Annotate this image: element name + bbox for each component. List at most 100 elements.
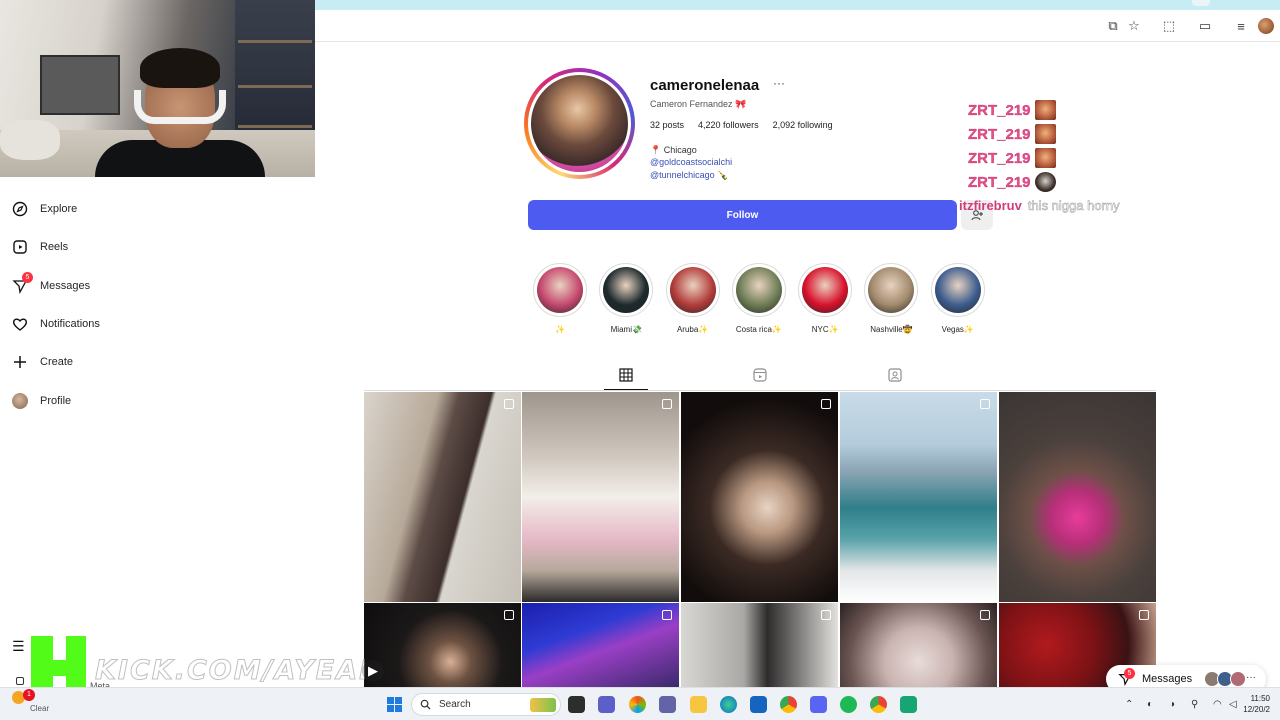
post-thumbnail[interactable]	[681, 603, 838, 687]
tray-overflow-icon[interactable]: ⌃	[1125, 699, 1136, 710]
highlight-item[interactable]: NYC✨	[798, 263, 853, 334]
clock-time: 11:50	[1250, 694, 1270, 703]
reels-tab-icon[interactable]	[752, 367, 768, 383]
spotify-icon[interactable]	[840, 696, 857, 713]
tabs-divider	[364, 390, 1156, 391]
notification-badge: 1	[23, 689, 35, 701]
chrome-profile-icon[interactable]	[870, 696, 887, 713]
chat-username: itzfirebruv	[959, 198, 1022, 213]
profile-avatar-story-ring[interactable]	[524, 68, 635, 179]
teams-icon[interactable]	[598, 696, 615, 713]
highlight-cover	[537, 267, 583, 313]
tray-app-icon[interactable]: ◐	[1147, 699, 1158, 710]
post-thumbnail[interactable]	[364, 603, 521, 687]
sidebar-item-messages[interactable]: 5 Messages	[0, 267, 200, 305]
post-thumbnail[interactable]	[364, 392, 521, 602]
tagged-tab-icon[interactable]	[887, 367, 903, 383]
file-explorer-icon[interactable]	[690, 696, 707, 713]
sidebar-item-reels[interactable]: Reels	[0, 228, 200, 266]
windows-start-icon[interactable]	[387, 697, 402, 712]
highlight-cover	[934, 267, 981, 313]
story-highlights: ✨ Miami💸 Aruba✨ Costa rica✨ NYC✨ Nashvil…	[533, 263, 985, 334]
carousel-icon	[980, 399, 990, 409]
more-menu-icon[interactable]: ☰	[12, 638, 25, 655]
install-app-icon[interactable]: ⧉	[1104, 17, 1122, 35]
highlight-ring	[864, 263, 919, 317]
posts-count: 32 posts	[650, 120, 685, 130]
bio-link-tunnel[interactable]: @tunnelchicago 🍾	[650, 170, 728, 181]
post-thumbnail[interactable]	[840, 603, 997, 687]
sidebar-item-create[interactable]: Create	[0, 343, 200, 381]
highlight-item[interactable]: Miami💸	[599, 263, 654, 334]
chat-emote	[1034, 148, 1056, 168]
profile-thumbnail	[12, 392, 28, 409]
edge-icon[interactable]	[720, 696, 737, 713]
highlight-item[interactable]: ✨	[533, 263, 587, 334]
sidebar-item-label: Explore	[40, 203, 78, 216]
store-icon[interactable]	[750, 696, 767, 713]
browser-profile-avatar[interactable]	[1258, 18, 1274, 34]
highlight-item[interactable]: Costa rica✨	[731, 263, 786, 334]
chat-message: itzfirebruv this nigga horny	[959, 198, 1120, 214]
app-icon[interactable]	[900, 696, 917, 713]
tab-strip-decoration	[1192, 0, 1210, 6]
profile-options-icon[interactable]: ···	[773, 76, 785, 90]
sidebar-item-profile[interactable]: Profile	[0, 381, 200, 419]
bio-link-goldcoast[interactable]: @goldcoastsocialchi	[650, 157, 732, 167]
highlight-label: Miami💸	[610, 325, 642, 334]
highlight-item[interactable]: Nashville🤠	[864, 263, 919, 334]
highlight-label: NYC✨	[811, 325, 839, 334]
profile-avatar-photo	[531, 75, 628, 172]
chrome-icon[interactable]	[780, 696, 797, 713]
bookmark-star-icon[interactable]: ☆	[1125, 17, 1143, 35]
task-view-icon[interactable]	[568, 696, 585, 713]
post-thumbnail[interactable]	[522, 392, 679, 602]
taskbar-search[interactable]: Search	[411, 693, 561, 716]
tray-app-icon[interactable]: ◑	[1169, 699, 1180, 710]
teams-work-icon[interactable]	[659, 696, 676, 713]
clock-date: 12/20/2	[1243, 705, 1270, 714]
highlight-cover	[868, 267, 915, 313]
reading-list-icon[interactable]: ≡	[1232, 17, 1250, 35]
microphone-icon[interactable]: ⚲	[1191, 699, 1202, 710]
highlight-item[interactable]: Aruba✨	[665, 263, 720, 334]
carousel-icon	[504, 610, 514, 620]
highlight-label: Costa rica✨	[735, 325, 782, 334]
extensions-icon[interactable]: ⬚	[1160, 17, 1178, 35]
streamer-webcam	[0, 0, 315, 177]
highlight-cover	[603, 267, 650, 313]
sidebar-toggle-icon[interactable]: ▭	[1196, 17, 1214, 35]
highlight-ring	[930, 263, 985, 317]
post-thumbnail[interactable]	[681, 392, 838, 602]
messages-badge: 5	[22, 271, 33, 283]
follow-button[interactable]: Follow	[528, 200, 957, 230]
taskbar-search-label: Search	[439, 699, 471, 710]
following-count[interactable]: 2,092 following	[773, 120, 833, 130]
also-from-meta-icon[interactable]	[16, 677, 24, 685]
discord-icon[interactable]	[810, 696, 827, 713]
profile-stats: 32 posts 4,220 followers 2,092 following	[650, 120, 833, 130]
sidebar-item-notifications[interactable]: Notifications	[0, 305, 200, 343]
carousel-icon	[980, 610, 990, 620]
followers-count[interactable]: 4,220 followers	[698, 120, 759, 130]
posts-grid-tab-icon[interactable]	[618, 367, 634, 383]
post-thumbnail[interactable]	[999, 392, 1156, 602]
profile-full-name: Cameron Fernandez 🎀	[650, 99, 747, 109]
volume-icon[interactable]: ◁	[1229, 699, 1240, 710]
post-thumbnail[interactable]	[522, 603, 679, 687]
wifi-icon[interactable]: ◠	[1213, 699, 1224, 710]
copilot-icon[interactable]	[629, 696, 646, 713]
webcam-shelf-board	[238, 125, 312, 128]
sidebar-item-explore[interactable]: Explore	[0, 190, 200, 228]
carousel-icon	[821, 399, 831, 409]
post-thumbnail[interactable]	[840, 392, 997, 602]
play-icon: ▶	[362, 660, 384, 682]
taskbar-clock[interactable]: 11:50 12/20/2	[1243, 693, 1270, 715]
highlight-item[interactable]: Vegas✨	[930, 263, 985, 334]
reels-icon	[12, 239, 28, 255]
chat-emote	[1034, 124, 1056, 144]
bio-location: 📍 Chicago	[650, 145, 697, 155]
messages-pill-badge: 5	[1124, 668, 1135, 679]
profile-avatar-border	[528, 72, 631, 175]
chat-message-text: this nigga horny	[1027, 198, 1120, 214]
